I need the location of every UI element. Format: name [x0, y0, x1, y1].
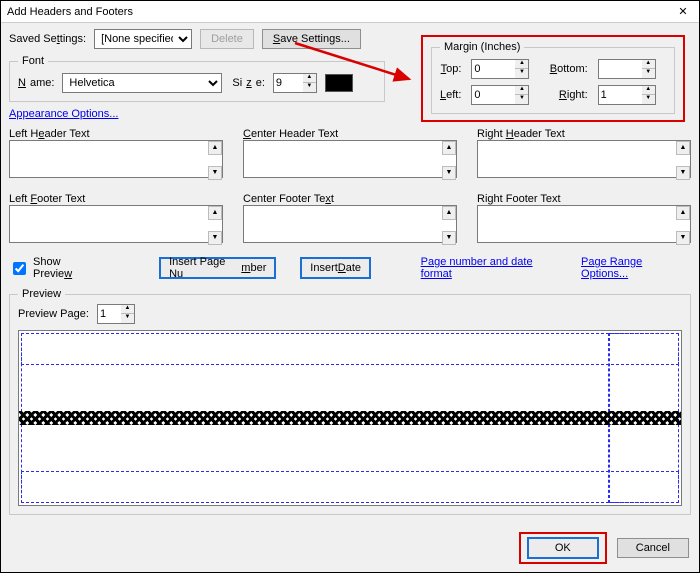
preview-page-stepper[interactable]: ▲▼: [121, 304, 135, 324]
show-preview-checkbox[interactable]: Show Preview: [9, 256, 102, 280]
ok-button[interactable]: OK: [527, 537, 599, 559]
preview-page-input[interactable]: [97, 304, 121, 324]
center-header-label: Center Header Text: [243, 128, 457, 140]
close-icon[interactable]: ✕: [673, 5, 693, 18]
right-header-label: Right Header Text: [477, 128, 691, 140]
margin-left-label: Left:: [440, 89, 461, 101]
cancel-button[interactable]: Cancel: [617, 538, 689, 558]
font-legend: Font: [18, 55, 48, 67]
margin-left-input[interactable]: [471, 85, 515, 105]
right-footer-text[interactable]: [477, 205, 691, 243]
right-footer-label: Right Footer Text: [477, 193, 691, 205]
page-range-options-link[interactable]: Page Range Options...: [581, 256, 691, 280]
margin-highlight: Margin (Inches) Top: ▲▼ Bottom: ▲▼ Left:…: [421, 35, 685, 122]
left-footer-text[interactable]: [9, 205, 223, 243]
preview-group: Preview Preview Page: ▲▼: [9, 288, 691, 515]
insert-date-button[interactable]: Insert Date: [300, 257, 371, 279]
margin-right-input[interactable]: [598, 85, 642, 105]
left-header-text[interactable]: [9, 140, 223, 178]
margin-top-input[interactable]: [471, 59, 515, 79]
delete-button: Delete: [200, 29, 254, 49]
font-name-select[interactable]: Helvetica: [62, 73, 222, 93]
ok-highlight: OK: [519, 532, 607, 564]
font-size-label: Size:: [232, 77, 264, 89]
preview-page-label: Preview Page:: [18, 308, 89, 320]
center-footer-text[interactable]: [243, 205, 457, 243]
center-header-text[interactable]: [243, 140, 457, 178]
margin-group: Margin (Inches) Top: ▲▼ Bottom: ▲▼ Left:…: [431, 41, 675, 114]
saved-settings-label: Saved Settings:: [9, 33, 86, 45]
scroll-up-icon[interactable]: ▲: [208, 141, 222, 155]
dialog-title: Add Headers and Footers: [7, 6, 673, 18]
dialog-window: Add Headers and Footers ✕ Saved Settings…: [0, 0, 700, 573]
scroll-down-icon[interactable]: ▼: [208, 166, 222, 180]
page-number-date-format-link[interactable]: Page number and date format: [421, 256, 565, 280]
font-color-swatch[interactable]: [325, 74, 353, 92]
font-group: Font Name: Helvetica Size: ▲▼: [9, 55, 385, 102]
margin-bottom-label: Bottom:: [550, 63, 588, 75]
appearance-options-link[interactable]: Appearance Options...: [9, 108, 118, 120]
dialog-buttons: OK Cancel: [519, 532, 689, 564]
right-header-text[interactable]: [477, 140, 691, 178]
preview-canvas: [18, 330, 682, 506]
margin-right-label: Right:: [550, 89, 588, 101]
preview-legend: Preview: [18, 288, 65, 300]
font-size-input[interactable]: [273, 73, 303, 93]
insert-page-number-button[interactable]: Insert Page Number: [159, 257, 276, 279]
margin-legend: Margin (Inches): [440, 41, 524, 53]
font-size-stepper[interactable]: ▲▼: [303, 73, 317, 93]
header-footer-grid: Left Header Text ▲▼ Center Header Text ▲…: [9, 128, 691, 246]
margin-bottom-input[interactable]: [598, 59, 642, 79]
margin-top-label: Top:: [440, 63, 461, 75]
save-settings-button[interactable]: Save Settings...: [262, 29, 361, 49]
titlebar: Add Headers and Footers ✕: [1, 1, 699, 23]
font-name-label: Name:: [18, 77, 54, 89]
page-break-icon: [18, 411, 682, 425]
saved-settings-dropdown[interactable]: [None specified]: [94, 29, 192, 49]
left-footer-label: Left Footer Text: [9, 193, 223, 205]
left-header-label: Left Header Text: [9, 128, 223, 140]
center-footer-label: Center Footer Text: [243, 193, 457, 205]
